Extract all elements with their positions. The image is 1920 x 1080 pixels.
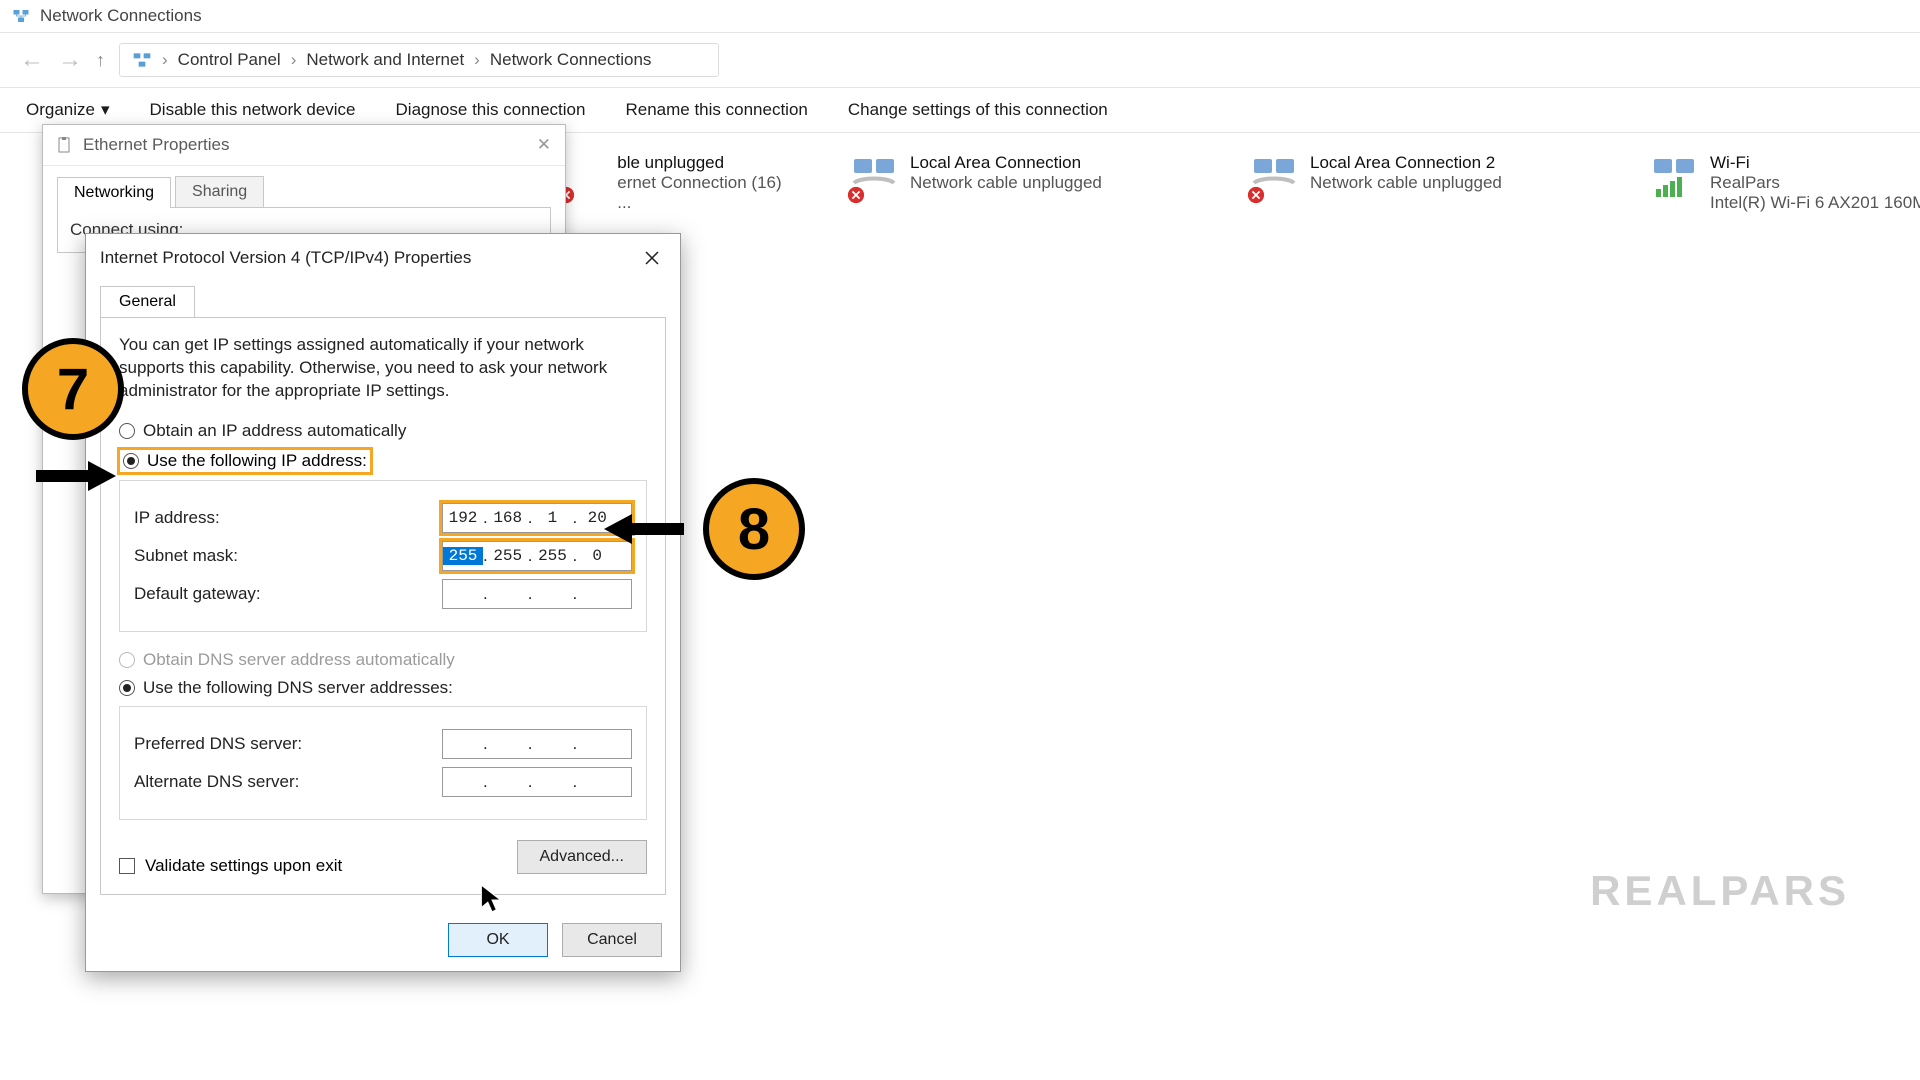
connection-status: Network cable unplugged — [910, 173, 1102, 193]
checkbox-icon — [119, 858, 135, 874]
connection-icon — [560, 153, 605, 201]
explorer-nav-row: ← → ↑ › Control Panel › Network and Inte… — [0, 33, 1920, 88]
window-title: Network Connections — [40, 6, 202, 26]
tab-general[interactable]: General — [100, 286, 195, 317]
close-icon — [645, 251, 659, 265]
chevron-right-icon: › — [474, 50, 480, 70]
connection-name: ble unplugged — [617, 153, 790, 173]
error-badge-icon — [847, 186, 865, 204]
connection-item[interactable]: ble unplugged ernet Connection (16) ... — [560, 153, 790, 213]
radio-label: Use the following IP address: — [147, 451, 367, 471]
default-gateway-field[interactable]: 0. 0. 0. 0 — [442, 579, 632, 609]
preferred-dns-field[interactable]: 0. 0. 0. 0 — [442, 729, 632, 759]
tab-networking[interactable]: Networking — [57, 177, 171, 208]
network-app-icon — [12, 7, 30, 25]
chevron-right-icon: › — [291, 50, 297, 70]
wifi-icon — [1650, 153, 1698, 201]
radio-label: Obtain DNS server address automatically — [143, 650, 455, 670]
dialog-title-bar: Ethernet Properties ✕ — [43, 125, 565, 166]
breadcrumb-control-panel[interactable]: Control Panel — [178, 50, 281, 70]
radio-use-static-ip[interactable]: Use the following IP address: — [119, 449, 371, 473]
subnet-mask-field[interactable]: 255. 255. 255. 0 — [442, 541, 632, 571]
dialog-title: Internet Protocol Version 4 (TCP/IPv4) P… — [100, 248, 471, 268]
connection-icon — [850, 153, 898, 201]
dialog-title: Ethernet Properties — [83, 135, 229, 155]
chevron-right-icon: › — [162, 50, 168, 70]
arrow-left-icon — [604, 514, 684, 544]
connection-status: RealPars — [1710, 173, 1920, 193]
cancel-button[interactable]: Cancel — [562, 923, 662, 957]
connection-name: Local Area Connection 2 — [1310, 153, 1502, 173]
connection-item[interactable]: Local Area Connection Network cable unpl… — [850, 153, 1190, 213]
chevron-down-icon: ▾ — [101, 100, 110, 120]
back-button[interactable]: ← — [20, 48, 44, 72]
cursor-icon — [480, 884, 502, 914]
connection-item[interactable]: Local Area Connection 2 Network cable un… — [1250, 153, 1590, 213]
properties-icon — [57, 137, 73, 153]
connection-icon — [1250, 153, 1298, 201]
radio-use-static-dns[interactable]: Use the following DNS server addresses: — [119, 678, 647, 698]
cmd-diagnose[interactable]: Diagnose this connection — [396, 100, 586, 120]
advanced-button[interactable]: Advanced... — [517, 840, 648, 874]
arrow-right-icon — [36, 461, 116, 491]
cmd-rename[interactable]: Rename this connection — [625, 100, 807, 120]
ip-settings-group: IP address: 192. 168. 1. 20 Subnet mask:… — [119, 480, 647, 632]
validate-checkbox[interactable]: Validate settings upon exit — [119, 856, 342, 876]
step-badge-8: 8 — [703, 478, 805, 580]
radio-label: Obtain an IP address automatically — [143, 421, 406, 441]
connection-status: ernet Connection (16) ... — [617, 173, 790, 213]
subnet-mask-label: Subnet mask: — [134, 546, 238, 566]
close-button[interactable] — [638, 244, 666, 272]
connection-status: Network cable unplugged — [1310, 173, 1502, 193]
up-button[interactable]: ↑ — [96, 51, 105, 69]
tab-sharing[interactable]: Sharing — [175, 176, 264, 207]
radio-icon — [123, 453, 139, 469]
cmd-disable-device[interactable]: Disable this network device — [150, 100, 356, 120]
connection-name: Local Area Connection — [910, 153, 1102, 173]
description-text: You can get IP settings assigned automat… — [119, 334, 647, 403]
step-badge-7: 7 — [22, 338, 124, 440]
dialog-title-bar: Internet Protocol Version 4 (TCP/IPv4) P… — [86, 234, 680, 282]
breadcrumb-network-internet[interactable]: Network and Internet — [306, 50, 464, 70]
address-bar[interactable]: › Control Panel › Network and Internet ›… — [119, 43, 719, 77]
organize-menu[interactable]: Organize▾ — [26, 100, 110, 120]
radio-label: Use the following DNS server addresses: — [143, 678, 453, 698]
connection-icon — [1650, 153, 1698, 201]
radio-icon — [119, 680, 135, 696]
ip-address-label: IP address: — [134, 508, 220, 528]
dns-settings-group: Preferred DNS server: 0. 0. 0. 0 Alterna… — [119, 706, 647, 820]
network-folder-icon — [132, 50, 152, 70]
close-button[interactable]: ✕ — [537, 135, 551, 155]
brand-watermark: REALPARS — [1590, 867, 1850, 915]
ok-button[interactable]: OK — [448, 923, 548, 957]
connection-name: Wi-Fi — [1710, 153, 1920, 173]
alternate-dns-label: Alternate DNS server: — [134, 772, 299, 792]
connection-adapter: Intel(R) Wi-Fi 6 AX201 160MHz — [1710, 193, 1920, 213]
breadcrumb-network-connections[interactable]: Network Connections — [490, 50, 652, 70]
error-badge-icon — [1247, 186, 1265, 204]
default-gateway-label: Default gateway: — [134, 584, 261, 604]
radio-icon — [119, 423, 135, 439]
cmd-change-settings[interactable]: Change settings of this connection — [848, 100, 1108, 120]
ipv4-properties-dialog: Internet Protocol Version 4 (TCP/IPv4) P… — [85, 233, 681, 972]
forward-button[interactable]: → — [58, 48, 82, 72]
window-title-bar: Network Connections — [0, 0, 1920, 33]
preferred-dns-label: Preferred DNS server: — [134, 734, 302, 754]
alternate-dns-field[interactable]: 0. 0. 0. 0 — [442, 767, 632, 797]
radio-icon — [119, 652, 135, 668]
radio-obtain-ip-auto[interactable]: Obtain an IP address automatically — [119, 421, 647, 441]
checkbox-label: Validate settings upon exit — [145, 856, 342, 876]
radio-obtain-dns-auto: Obtain DNS server address automatically — [119, 650, 647, 670]
connection-item[interactable]: Wi-Fi RealPars Intel(R) Wi-Fi 6 AX201 16… — [1650, 153, 1920, 213]
